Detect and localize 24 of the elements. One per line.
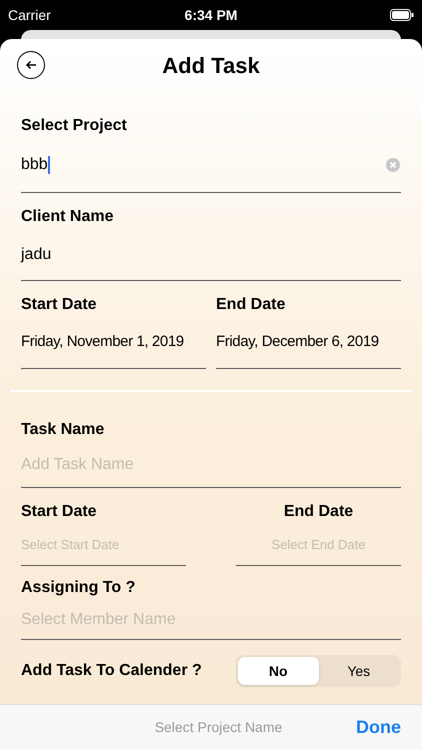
- page-title: Add Task: [161, 52, 261, 80]
- segment-option[interactable]: No: [238, 657, 318, 685]
- field-label: Add Task To Calender ?: [21, 661, 202, 681]
- clock: 6:34 PM: [184, 6, 238, 24]
- date-field[interactable]: Friday, December 6, 2019: [216, 317, 401, 369]
- carrier-label: Carrier: [8, 6, 52, 24]
- field-label: End Date: [216, 295, 286, 315]
- field-label: Client Name: [21, 207, 114, 227]
- field-label: Assigning To ?: [21, 578, 136, 598]
- battery-icon: [390, 9, 414, 21]
- field-label: Start Date: [21, 502, 98, 522]
- done-button[interactable]: Done: [356, 714, 401, 741]
- date-field[interactable]: Friday, November 1, 2019: [21, 317, 206, 369]
- field-label: Start Date: [21, 295, 98, 315]
- toolbar-title: Select Project Name: [154, 718, 284, 737]
- client-field[interactable]: jadu: [21, 229, 401, 281]
- segment-option[interactable]: Yes: [318, 657, 399, 685]
- field-label: End Date: [282, 502, 354, 522]
- project-field[interactable]: bbb: [21, 138, 401, 193]
- field-label: Task Name: [21, 420, 106, 440]
- back-button[interactable]: [17, 51, 45, 79]
- back-arrow-icon: [25, 60, 37, 70]
- field-value: bbb: [21, 154, 51, 176]
- field-label: Select Project: [21, 116, 128, 136]
